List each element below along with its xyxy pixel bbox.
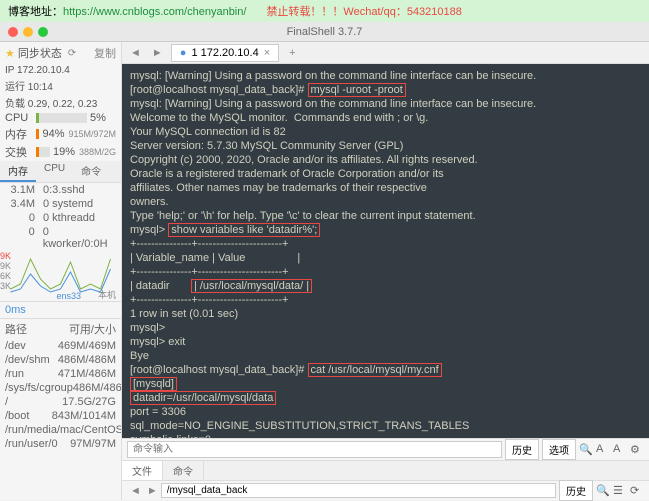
disk-row[interactable]: /17.5G/27G xyxy=(0,395,121,409)
disk-row[interactable]: /run/user/097M/97M xyxy=(0,437,121,451)
terminal-tabbar: ◄ ► ●1 172.20.10.4× + xyxy=(122,42,649,64)
process-row[interactable]: 3.4M0 systemd xyxy=(0,197,121,211)
app-title: FinalShell 3.7.7 xyxy=(287,26,363,38)
command-input[interactable] xyxy=(127,441,502,458)
path-history-button[interactable]: 历史 xyxy=(559,480,593,501)
memory-metric: 内存94%915M/972M xyxy=(0,125,121,143)
path-bar: ◄ ► 历史 🔍 ☰ ⟳ xyxy=(122,480,649,500)
disk-row[interactable]: /run471M/486M xyxy=(0,367,121,381)
minimize-window-button[interactable] xyxy=(23,27,33,37)
path-input[interactable] xyxy=(161,483,556,498)
tab-memory[interactable]: 内存 xyxy=(0,161,36,182)
window-titlebar: FinalShell 3.7.7 xyxy=(0,22,649,42)
star-icon: ★ xyxy=(5,47,15,60)
command-input-bar: 历史 选项 🔍 A A ⚙ xyxy=(122,438,649,460)
blog-label: 博客地址： xyxy=(8,6,63,18)
hl-show-vars: show variables like 'datadir%'; xyxy=(168,223,320,237)
refresh-icon[interactable]: ⟳ xyxy=(65,48,79,59)
search-icon[interactable]: 🔍 xyxy=(579,443,593,457)
disk-header: 路径可用/大小 xyxy=(0,318,121,339)
process-row[interactable]: 00 kthreadd xyxy=(0,211,121,225)
network-chart: 9K 9K 6K 3K ens33 本机 xyxy=(0,251,121,301)
zoom-out-icon[interactable]: A xyxy=(613,443,627,457)
history-button[interactable]: 历史 xyxy=(505,439,539,460)
disk-row[interactable]: /dev469M/469M xyxy=(0,339,121,353)
cpu-metric: CPU5% xyxy=(0,111,121,125)
ip-address: IP 172.20.10.4 xyxy=(0,64,121,77)
hl-datadir-val: | /usr/local/mysql/data/ | xyxy=(191,279,312,293)
path-fwd-icon[interactable]: ► xyxy=(144,485,161,497)
nav-fwd-icon[interactable]: ► xyxy=(149,47,166,59)
banner-warning: 禁止转载！！！Wechat/qq：543210188 xyxy=(266,3,461,19)
terminal-tab[interactable]: ●1 172.20.10.4× xyxy=(171,44,279,62)
nav-back-icon[interactable]: ◄ xyxy=(127,47,144,59)
add-tab-button[interactable]: + xyxy=(284,47,300,59)
tab-cmd[interactable]: 命令 xyxy=(73,161,109,182)
hl-mysqld: [mysqld] xyxy=(130,377,177,391)
dot-icon: ● xyxy=(180,47,187,59)
close-window-button[interactable] xyxy=(8,27,18,37)
copy-button[interactable]: 复制 xyxy=(94,45,116,61)
disk-row[interactable]: /boot843M/1014M xyxy=(0,409,121,423)
maximize-window-button[interactable] xyxy=(38,27,48,37)
refresh-folder-icon[interactable]: ⟳ xyxy=(630,484,644,498)
disk-row[interactable]: /run/media/mac/CentOS0/4.5G xyxy=(0,423,121,437)
process-row[interactable]: 3.1M0:3.sshd xyxy=(0,183,121,197)
process-row[interactable]: 00 kworker/0:0H xyxy=(0,225,121,251)
zoom-in-icon[interactable]: A xyxy=(596,443,610,457)
load-avg: 负载 0.29, 0.22, 0.23 xyxy=(0,94,121,111)
options-button[interactable]: 选项 xyxy=(542,439,576,460)
top-banner: 博客地址：https://www.cnblogs.com/chenyanbin/… xyxy=(0,0,649,22)
disk-row[interactable]: /sys/fs/cgroup486M/486M xyxy=(0,381,121,395)
hl-cat-cnf: cat /usr/local/mysql/my.cnf xyxy=(308,363,442,377)
sync-status-label: 同步状态 xyxy=(18,45,62,61)
blog-url[interactable]: https://www.cnblogs.com/chenyanbin/ xyxy=(63,6,246,18)
sidebar: ★同步状态⟳ 复制 IP 172.20.10.4 运行 10:14 负载 0.29… xyxy=(0,42,122,500)
tab-files[interactable]: 文件 xyxy=(122,461,163,480)
tab-commands[interactable]: 命令 xyxy=(163,461,204,480)
list-view-icon[interactable]: ☰ xyxy=(613,484,627,498)
process-tabs: 内存CPU命令 xyxy=(0,161,121,183)
settings-icon[interactable]: ⚙ xyxy=(630,443,644,457)
uptime: 运行 10:14 xyxy=(0,77,121,94)
hl-datadir-cnf: datadir=/usr/local/mysql/data xyxy=(130,391,276,405)
disk-row[interactable]: /dev/shm486M/486M xyxy=(0,353,121,367)
swap-metric: 交换19%388M/2G xyxy=(0,143,121,161)
window-controls xyxy=(0,27,48,37)
hl-mysql-login: mysql -uroot -proot xyxy=(308,83,406,97)
tab-cpu[interactable]: CPU xyxy=(36,161,73,182)
path-search-icon[interactable]: 🔍 xyxy=(596,484,610,498)
close-tab-icon[interactable]: × xyxy=(264,47,270,59)
path-back-icon[interactable]: ◄ xyxy=(127,485,144,497)
terminal-output[interactable]: mysql: [Warning] Using a password on the… xyxy=(122,64,649,438)
bottom-tabs: 文件 命令 xyxy=(122,460,649,480)
